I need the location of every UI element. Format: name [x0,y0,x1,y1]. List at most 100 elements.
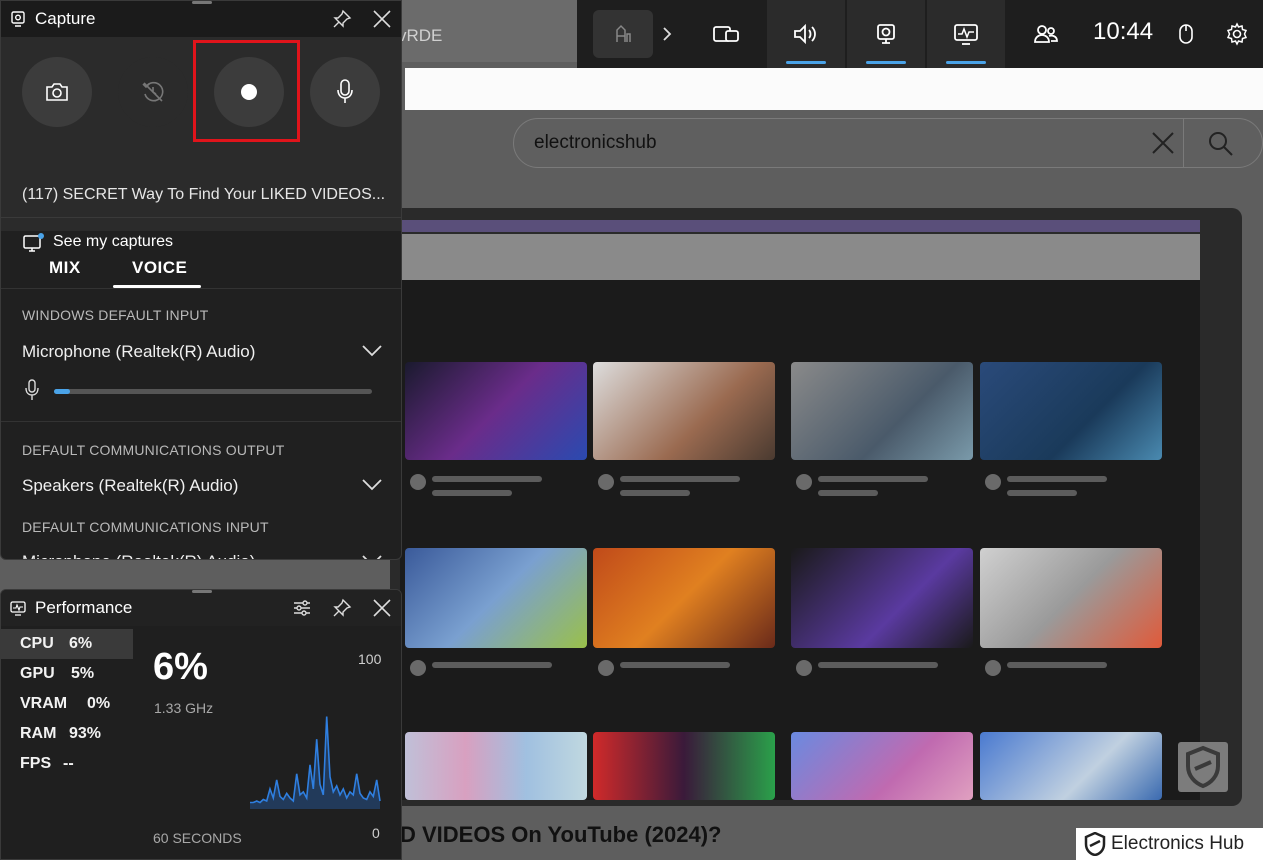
search-divider [1183,118,1184,168]
social-widget-button[interactable] [1007,0,1085,68]
record-last-icon [142,81,164,102]
drag-handle[interactable] [192,1,212,4]
metric-vram[interactable]: VRAM 0% [0,689,133,719]
capture-header[interactable]: Capture [1,1,401,37]
input-device-dropdown[interactable]: Microphone (Realtek(R) Audio) [22,342,255,362]
performance-title-icon [10,601,26,616]
tab-mix[interactable]: MIX [49,258,81,278]
settings-gear-icon[interactable] [1221,0,1253,68]
thumbnail [791,548,973,648]
captured-app-title: (117) SECRET Way To Find Your LIKED VIDE… [22,186,386,203]
video-meta [1007,490,1077,496]
mouse-icon[interactable] [1171,0,1201,68]
capture-panel: Capture (117) SECRET Way To Find Your LI… [0,0,402,560]
thumbnail [593,548,775,648]
page-header-strip [405,68,1263,110]
search-query[interactable]: electronicshub [534,132,657,154]
game-bar-home-button[interactable] [593,10,653,58]
audio-widget-button[interactable] [767,0,845,68]
thumbnail [405,362,587,460]
section-label: DEFAULT COMMUNICATIONS OUTPUT [22,442,285,458]
video-content [400,280,1200,800]
chevron-down-icon[interactable] [361,478,383,492]
metric-ram[interactable]: RAM 93% [0,719,133,749]
video-meta [1007,662,1107,668]
video-player[interactable] [390,208,1242,806]
close-icon[interactable] [369,6,395,32]
thumbnail [405,548,587,648]
active-indicator [786,61,826,64]
screenshot-button[interactable] [22,57,92,127]
thumbnail [405,732,587,800]
video-meta [620,476,740,482]
mic-level-track[interactable] [54,389,372,394]
expand-chevron-icon[interactable] [655,0,679,68]
shield-logo-icon [1084,832,1106,856]
performance-header[interactable]: Performance [1,590,401,626]
metric-cpu[interactable]: CPU 6% [0,629,133,659]
section-label: WINDOWS DEFAULT INPUT [22,307,209,323]
video-meta [1007,476,1107,482]
thumbnail [593,362,775,460]
performance-icon [954,24,978,45]
thumbnail [791,732,973,800]
video-topbar [400,220,1200,232]
video-meta [818,662,938,668]
chevron-down-icon[interactable] [361,554,383,560]
pin-icon[interactable] [329,595,355,621]
record-last-button[interactable] [118,57,188,127]
channel-avatar [598,660,614,676]
capture-widget-button[interactable] [847,0,925,68]
metric-gpu[interactable]: GPU 5% [0,659,133,689]
search-icon[interactable] [1205,128,1237,160]
cpu-usage-chart [250,716,381,809]
performance-widget-button[interactable] [927,0,1005,68]
output-device-dropdown[interactable]: Speakers (Realtek(R) Audio) [22,476,238,496]
active-indicator [946,61,986,64]
options-sliders-icon[interactable] [289,595,315,621]
cpu-frequency: 1.33 GHz [154,700,214,716]
drag-handle[interactable] [192,590,212,593]
channel-avatar [985,660,1001,676]
video-meta [818,476,928,482]
brand-text: Electronics Hub [1111,833,1245,854]
audio-icon [794,23,816,45]
shield-watermark-icon [1178,742,1228,792]
channel-avatar [985,474,1001,490]
video-meta [620,662,730,668]
microphone-level-icon [25,379,39,400]
game-bar-logo-icon [616,24,631,42]
video-meta [432,476,542,482]
chart-time-window: 60 SECONDS [153,830,242,846]
selected-metric-value: 6% [153,646,208,688]
chevron-down-icon[interactable] [361,344,383,358]
tab-voice[interactable]: VOICE [132,258,187,278]
channel-avatar [410,660,426,676]
microphone-toggle-button[interactable] [310,57,380,127]
close-icon[interactable] [369,595,395,621]
active-indicator [866,61,906,64]
video-menubar [400,234,1200,280]
divider [1,217,401,218]
clear-icon[interactable] [1148,128,1178,158]
social-icon [1034,25,1058,43]
channel-avatar [796,660,812,676]
video-meta [432,662,552,668]
chart-axis-max: 100 [358,651,382,667]
game-bar: 10:44 [577,0,1263,68]
capture-title-icon [11,11,25,27]
capture-icon [877,24,895,44]
divider [1,288,401,289]
clock: 10:44 [1093,18,1154,45]
channel-avatar [598,474,614,490]
microphone-icon [337,79,353,103]
widget-menu-button[interactable] [687,0,765,68]
camera-icon [46,83,68,101]
pin-icon[interactable] [329,6,355,32]
channel-avatar [796,474,812,490]
comm-input-device-dropdown[interactable]: Microphone (Realtek(R) Audio) [22,552,255,559]
record-highlight-box [193,40,300,142]
video-meta [432,490,512,496]
metric-fps[interactable]: FPS -- [0,749,133,779]
capture-title: Capture [35,9,96,28]
